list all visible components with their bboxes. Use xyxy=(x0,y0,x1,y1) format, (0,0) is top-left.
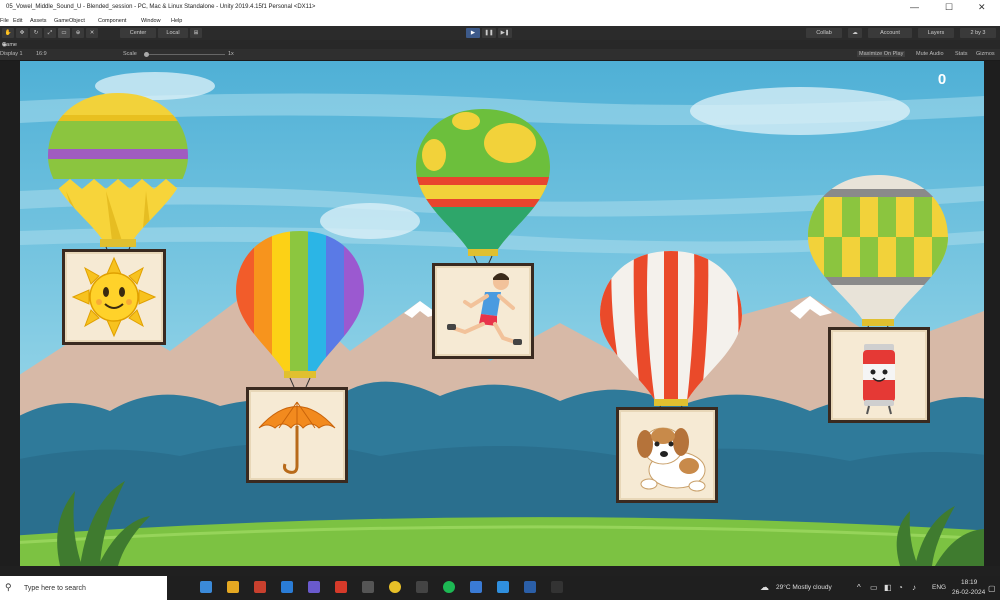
clock-time[interactable]: 18:19 xyxy=(961,579,977,586)
card-puppy[interactable] xyxy=(616,407,718,503)
pivot-center-button[interactable]: Center xyxy=(120,28,156,38)
card-umbrella[interactable] xyxy=(246,387,348,483)
game-view-bar: Display 1 16:9 Scale 1x Maximize On Play… xyxy=(0,49,1000,60)
rotate-tool-icon[interactable]: ↻ xyxy=(30,28,42,38)
card-sun[interactable] xyxy=(62,249,166,345)
menu-edit[interactable]: Edit xyxy=(13,18,22,24)
balloon-red-white xyxy=(600,251,742,415)
cloud-icon[interactable]: ☁ xyxy=(848,28,862,38)
scale-label: Scale xyxy=(123,51,137,57)
left-panel-edge xyxy=(0,61,20,566)
display-dropdown[interactable]: Display 1 xyxy=(0,51,23,57)
gizmos-dropdown[interactable]: Gizmos xyxy=(976,51,995,57)
play-button[interactable]: ▶ xyxy=(466,28,480,38)
scale-slider[interactable] xyxy=(145,54,225,55)
balloon-yellow-green xyxy=(48,93,188,256)
tray-chevron-icon[interactable]: ^ xyxy=(857,583,861,592)
transform-tool-icon[interactable]: ⊕ xyxy=(72,28,84,38)
volume-icon[interactable]: ♪ xyxy=(912,583,916,592)
mute-audio-toggle[interactable]: Mute Audio xyxy=(916,51,944,57)
maximize-on-play-toggle[interactable]: Maximize On Play xyxy=(857,51,906,57)
step-button[interactable]: ▶❚ xyxy=(498,28,512,38)
clock-date[interactable]: 26-02-2024 xyxy=(952,589,985,596)
close-icon[interactable]: ✕ xyxy=(978,2,986,13)
network-icon[interactable]: ◧ xyxy=(884,583,892,592)
taskbar-search-box[interactable]: ⚲ Type here to search xyxy=(0,576,167,600)
card-soda-can[interactable] xyxy=(828,327,930,423)
hand-tool-icon[interactable]: ✋ xyxy=(2,28,14,38)
task-view-icon[interactable] xyxy=(200,581,212,593)
window-tabbar: ◉ Game xyxy=(0,40,1000,49)
search-icon: ⚲ xyxy=(5,582,12,592)
search-placeholder: Type here to search xyxy=(24,584,86,592)
scale-value: 1x xyxy=(228,51,234,57)
window-title: 05_Vowel_Middle_Sound_U - Blended_sessio… xyxy=(6,4,316,10)
move-tool-icon[interactable]: ✥ xyxy=(16,28,28,38)
menu-file[interactable]: File xyxy=(0,18,9,24)
sun-icon xyxy=(71,256,157,338)
score-counter: 0 xyxy=(937,71,947,88)
battery-icon[interactable]: ▭ xyxy=(870,583,878,592)
main-toolbar: ✋ ✥ ↻ ⤢ ▭ ⊕ ✕ Center Local ⊞ ▶ ❚❚ ▶❚ Col… xyxy=(0,26,1000,40)
outlook-icon[interactable] xyxy=(470,581,482,593)
maximize-icon[interactable]: ☐ xyxy=(945,2,953,13)
minimize-icon[interactable]: — xyxy=(910,2,919,12)
right-panel-edge xyxy=(984,61,1000,566)
layers-dropdown[interactable]: Layers xyxy=(918,28,954,38)
scale-tool-icon[interactable]: ⤢ xyxy=(44,28,56,38)
menu-component[interactable]: Component xyxy=(98,18,126,24)
stats-toggle[interactable]: Stats xyxy=(955,51,968,57)
editor-status-bar xyxy=(0,566,1000,576)
snap-icon[interactable]: ⊞ xyxy=(190,28,202,38)
umbrella-icon xyxy=(258,401,336,474)
menu-assets[interactable]: Assets xyxy=(30,18,47,24)
windows-taskbar: ⚲ Type here to search ☁ 29°C Mostly clou… xyxy=(0,576,1000,600)
wifi-icon[interactable]: ◔ xyxy=(898,583,903,592)
notification-icon[interactable]: ▢ xyxy=(988,584,996,593)
pause-button[interactable]: ❚❚ xyxy=(482,28,496,38)
menu-bar: File Edit Assets GameObject Component Wi… xyxy=(0,16,1000,26)
can-icon xyxy=(863,344,895,415)
menu-help[interactable]: Help xyxy=(171,18,182,24)
pivot-local-button[interactable]: Local xyxy=(158,28,188,38)
window-titlebar: 05_Vowel_Middle_Sound_U - Blended_sessio… xyxy=(0,0,1000,16)
store-icon[interactable] xyxy=(362,581,374,593)
vscode-icon[interactable] xyxy=(497,581,509,593)
collab-dropdown[interactable]: Collab xyxy=(806,28,842,38)
menu-window[interactable]: Window xyxy=(141,18,161,24)
runner-icon xyxy=(447,273,522,345)
menu-gameobject[interactable]: GameObject xyxy=(54,18,85,24)
scale-slider-handle[interactable] xyxy=(144,52,149,57)
balloon-green-spots xyxy=(416,109,550,265)
balloon-checkered xyxy=(808,175,948,335)
language-indicator[interactable]: ENG xyxy=(932,584,946,591)
game-viewport[interactable]: 0 xyxy=(20,61,984,566)
app-icon[interactable] xyxy=(254,581,266,593)
mail-icon[interactable] xyxy=(281,581,293,593)
layout-dropdown[interactable]: 2 by 3 xyxy=(960,28,996,38)
file-explorer-icon[interactable] xyxy=(227,581,239,593)
aspect-dropdown[interactable]: 16:9 xyxy=(36,51,47,57)
weather-text[interactable]: 29°C Mostly cloudy xyxy=(776,584,832,591)
rect-tool-icon[interactable]: ▭ xyxy=(58,28,70,38)
puppy-icon xyxy=(637,427,706,492)
spotify-icon[interactable] xyxy=(443,581,455,593)
unity-icon[interactable] xyxy=(551,581,563,593)
custom-tool-icon[interactable]: ✕ xyxy=(86,28,98,38)
unity-hub-icon[interactable] xyxy=(416,581,428,593)
weather-icon[interactable]: ☁ xyxy=(760,582,769,593)
account-dropdown[interactable]: Account xyxy=(868,28,912,38)
word-icon[interactable] xyxy=(524,581,536,593)
card-runner[interactable] xyxy=(432,263,534,359)
teams-icon[interactable] xyxy=(308,581,320,593)
filezilla-icon[interactable] xyxy=(335,581,347,593)
chrome-icon[interactable] xyxy=(389,581,401,593)
balloon-rainbow xyxy=(236,231,364,387)
